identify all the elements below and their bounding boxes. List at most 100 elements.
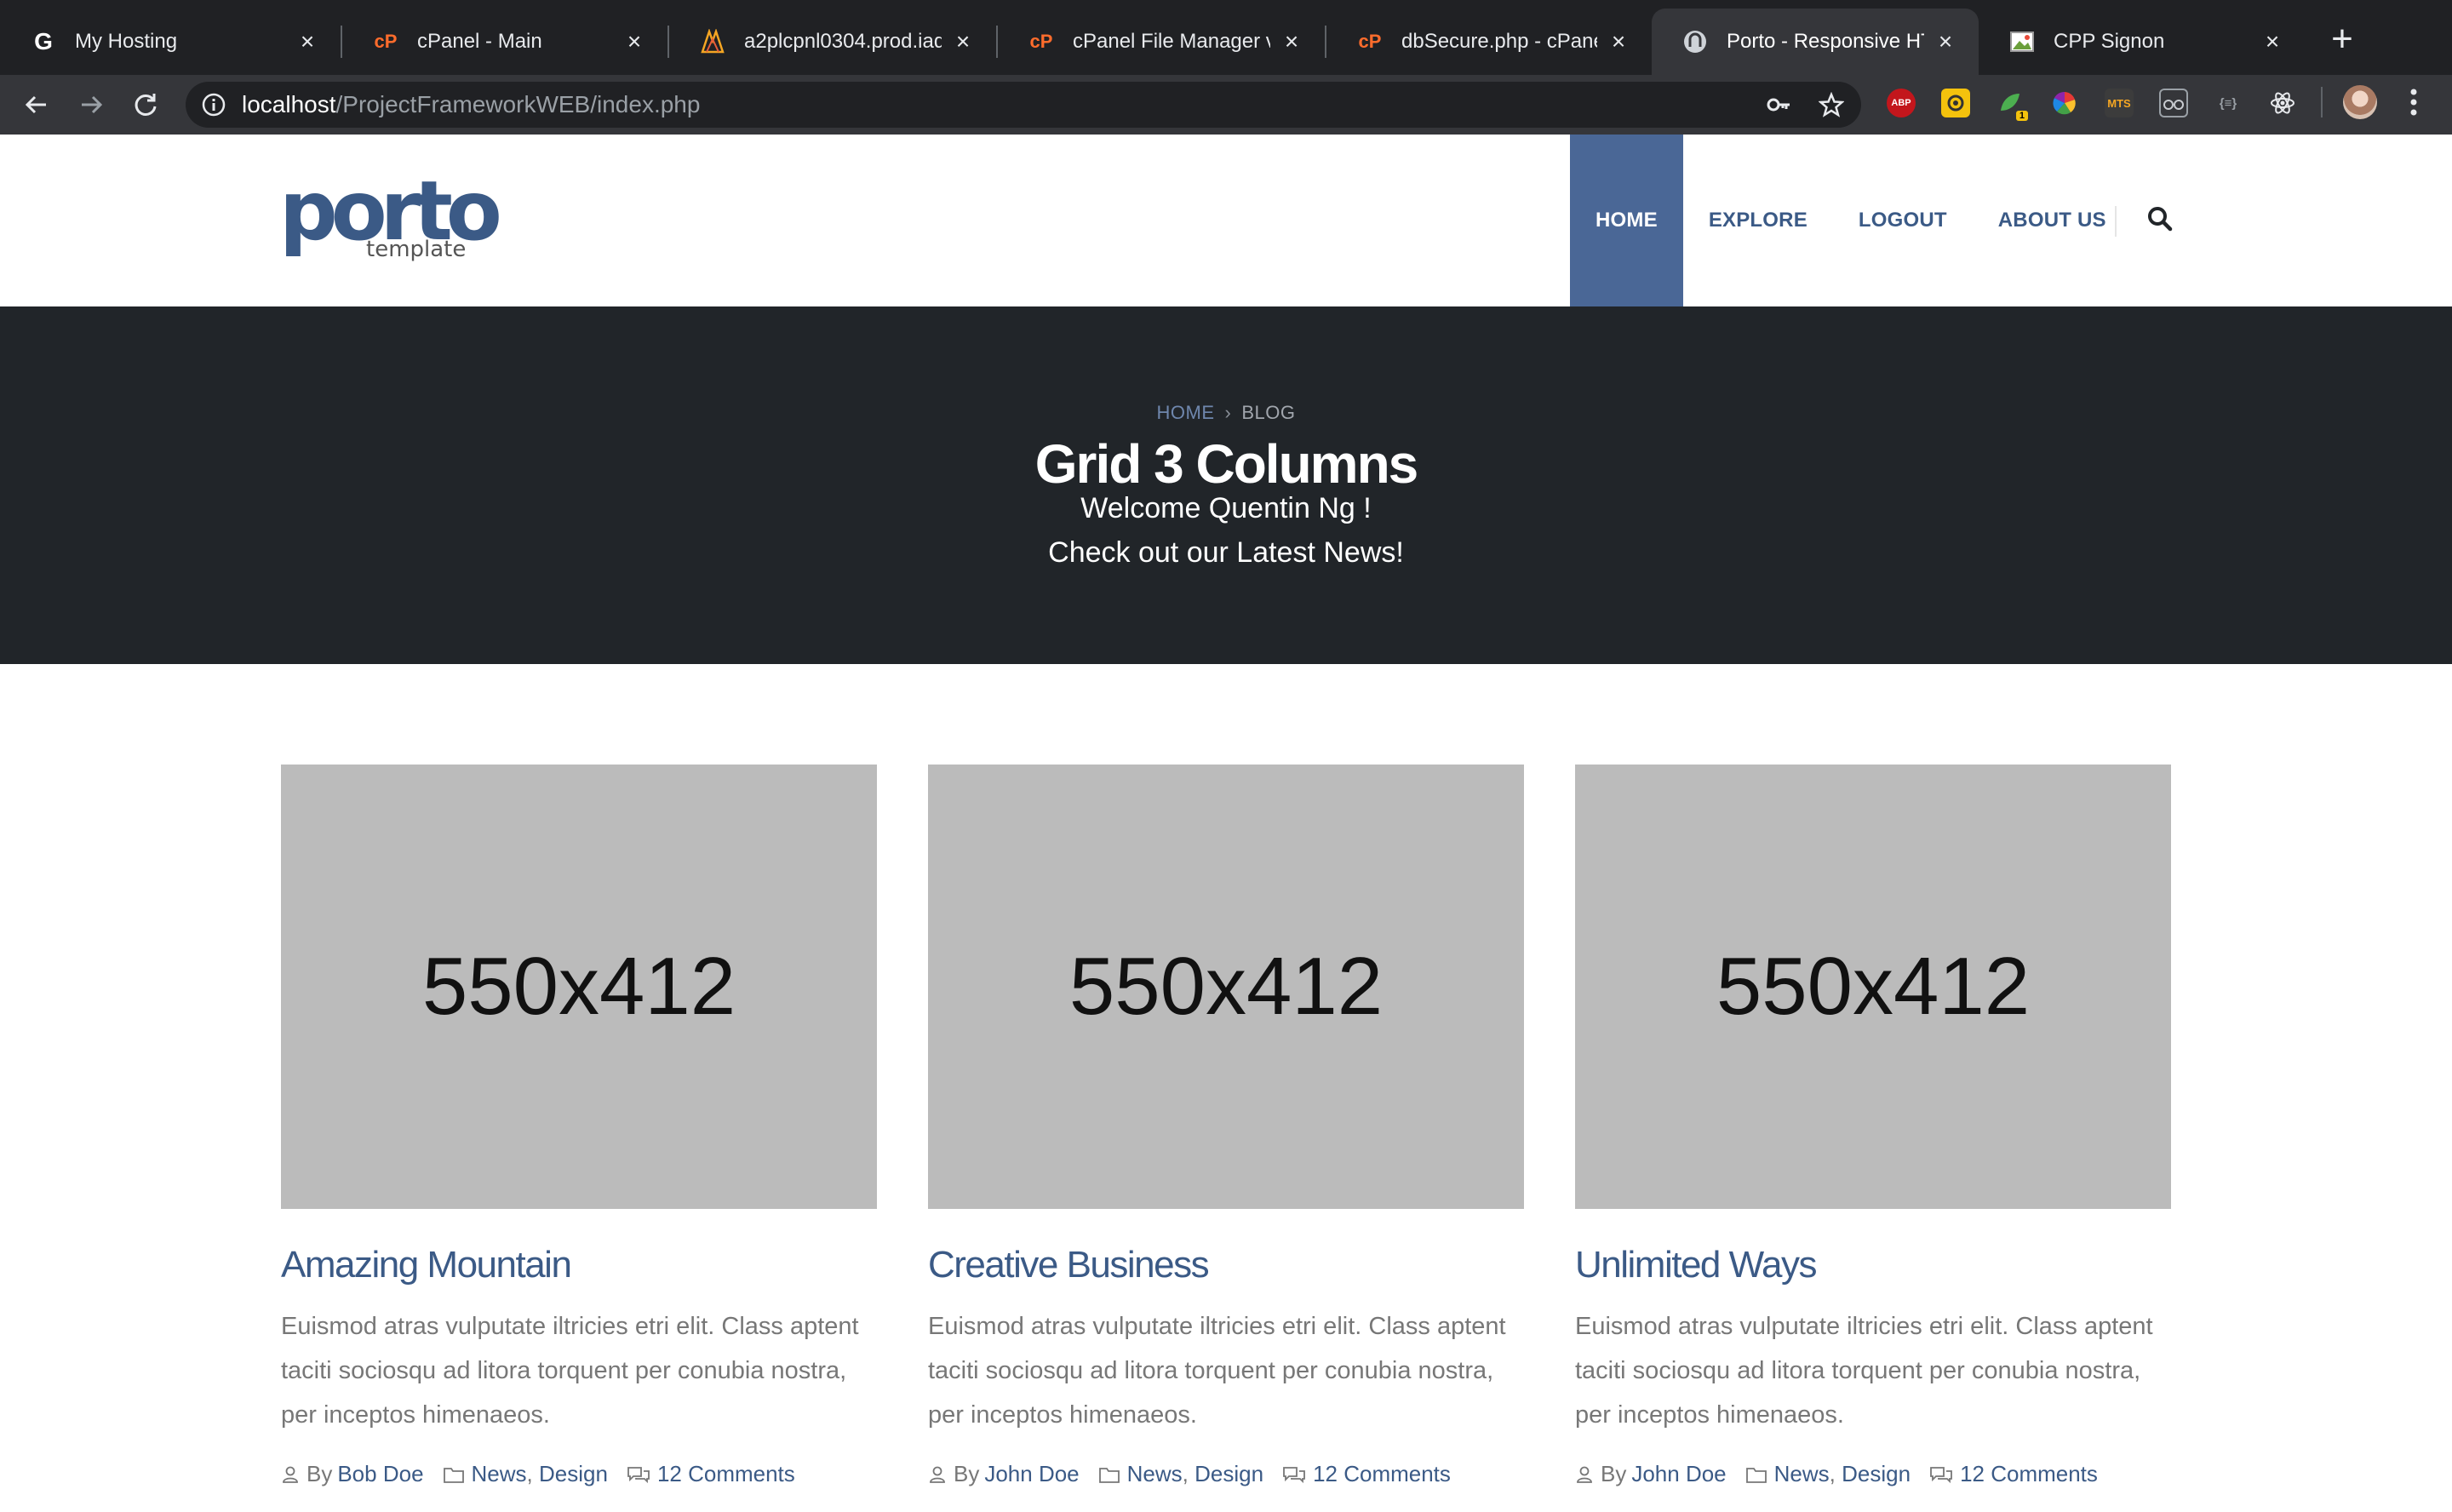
nav-logout[interactable]: LOGOUT <box>1833 135 1973 306</box>
browser-toolbar: localhost/ProjectFrameworkWEB/index.php <box>0 75 2452 135</box>
category-link[interactable]: News <box>1774 1461 1830 1487</box>
forward-button[interactable] <box>72 85 111 124</box>
tab-cpanel-main[interactable]: cP cPanel - Main × <box>342 9 667 75</box>
by-label: By <box>1601 1461 1627 1486</box>
post-excerpt: Euismod atras vulputate iltricies etri e… <box>1575 1313 2153 1429</box>
post-title[interactable]: Amazing Mountain <box>281 1243 877 1287</box>
close-icon[interactable]: × <box>1933 29 1958 54</box>
address-bar[interactable]: localhost/ProjectFrameworkWEB/index.php <box>186 82 1861 128</box>
star-icon[interactable] <box>1819 92 1844 117</box>
tab-cpanel-file-manager[interactable]: cP cPanel File Manager v3 × <box>998 9 1325 75</box>
porto-icon <box>1682 29 1708 54</box>
close-icon[interactable]: × <box>622 29 647 54</box>
arrow-right-icon <box>82 95 103 114</box>
tab-cpp-signon[interactable]: CPP Signon × <box>1979 9 2306 75</box>
author-link[interactable]: John Doe <box>1631 1461 1726 1487</box>
nav-divider <box>2115 206 2117 237</box>
tab-title: a2plcpnl0304.prod.iad2 <box>744 30 942 53</box>
cpanel-icon: cP <box>1358 31 1382 52</box>
tab-title: CPP Signon <box>2054 30 2165 53</box>
category-link[interactable]: Design <box>1194 1461 1263 1487</box>
image-placeholder-label: 550x412 <box>1068 941 1384 1032</box>
category-link[interactable]: Design <box>1842 1461 1911 1487</box>
folder-icon <box>1098 1467 1120 1483</box>
tab-title: cPanel File Manager v3 <box>1073 30 1270 53</box>
close-icon[interactable]: × <box>295 29 320 54</box>
url-host: localhost <box>242 91 336 117</box>
glasses-icon[interactable] <box>2159 89 2188 117</box>
close-icon[interactable]: × <box>2260 29 2285 54</box>
abp-icon[interactable]: ABP <box>1887 89 1916 117</box>
category-link[interactable]: News <box>472 1461 527 1487</box>
tab-a2-server[interactable]: a2plcpnl0304.prod.iad2 × <box>669 9 996 75</box>
browser-tab-strip: G My Hosting × cP cPanel - Main × a2plcp… <box>0 0 2452 75</box>
post-image[interactable]: 550x412 <box>281 765 877 1209</box>
category-link[interactable]: Design <box>539 1461 608 1487</box>
profile-avatar[interactable] <box>2343 85 2377 119</box>
comments-link[interactable]: 12 Comments <box>657 1461 795 1487</box>
breadcrumb: HOME › BLOG <box>0 402 2452 424</box>
user-icon <box>283 1466 298 1483</box>
arrow-left-icon <box>25 95 46 114</box>
by-label: By <box>954 1461 980 1486</box>
post-meta: By Bob Doe News, Design 12 Comments <box>281 1461 877 1487</box>
cpp-icon <box>2009 29 2035 54</box>
post-excerpt: Euismod atras vulputate iltricies etri e… <box>281 1313 859 1429</box>
cpanel-icon: cP <box>1029 31 1053 52</box>
url-text[interactable]: localhost/ProjectFrameworkWEB/index.php <box>242 82 700 128</box>
main-nav: HOME EXPLORE LOGOUT ABOUT US <box>1570 135 2132 306</box>
logo-subtext: template <box>366 237 467 262</box>
brackets-icon[interactable]: {≡} <box>2214 89 2243 117</box>
folder-icon <box>443 1467 464 1483</box>
info-icon[interactable] <box>201 92 226 117</box>
toolbar-divider <box>2321 87 2323 117</box>
new-tab-button[interactable]: + <box>2324 20 2360 58</box>
tab-porto[interactable]: Porto - Responsive HTM × <box>1652 9 1979 75</box>
comments-icon <box>1930 1466 1952 1483</box>
key-icon[interactable] <box>1766 92 1791 117</box>
tab-my-hosting[interactable]: G My Hosting × <box>0 9 341 75</box>
mts-icon[interactable]: MTS <box>2105 89 2134 117</box>
comments-icon <box>627 1466 650 1483</box>
close-icon[interactable]: × <box>950 29 976 54</box>
back-button[interactable] <box>17 85 56 124</box>
leaf-badge-icon[interactable]: 1 <box>1996 89 2028 121</box>
comments-link[interactable]: 12 Comments <box>1313 1461 1451 1487</box>
site-header: porto template HOME EXPLORE LOGOUT ABOUT… <box>0 135 2452 306</box>
nav-about-us[interactable]: ABOUT US <box>1973 135 2132 306</box>
folder-icon <box>1745 1467 1767 1483</box>
nav-home[interactable]: HOME <box>1570 135 1683 306</box>
tab-dbsecure[interactable]: cP dbSecure.php - cPanel F × <box>1326 9 1652 75</box>
page-subtitle: Check out our Latest News! <box>1048 536 1404 569</box>
chevron-right-icon: › <box>1224 402 1232 423</box>
comments-icon <box>1283 1466 1305 1483</box>
tab-title: cPanel - Main <box>417 30 542 53</box>
search-icon[interactable] <box>2146 204 2174 233</box>
react-icon[interactable] <box>2268 89 2297 117</box>
image-placeholder-label: 550x412 <box>1716 941 2031 1032</box>
post-image[interactable]: 550x412 <box>1575 765 2171 1209</box>
by-label: By <box>306 1461 333 1486</box>
reload-button[interactable] <box>126 85 165 124</box>
nav-explore[interactable]: EXPLORE <box>1683 135 1833 306</box>
breadcrumb-home[interactable]: HOME <box>1157 402 1215 423</box>
porto-logo[interactable]: porto template <box>279 169 502 269</box>
post-meta: By John Doe News, Design 12 Comments <box>1575 1461 2171 1487</box>
more-menu-icon[interactable] <box>2401 85 2426 119</box>
post-title[interactable]: Unlimited Ways <box>1575 1243 2171 1287</box>
post-title[interactable]: Creative Business <box>928 1243 1524 1287</box>
close-icon[interactable]: × <box>1606 29 1631 54</box>
welcome-text: Welcome Quentin Ng ! <box>1080 492 1372 524</box>
author-link[interactable]: John Doe <box>984 1461 1079 1487</box>
user-icon <box>930 1466 945 1483</box>
post-image[interactable]: 550x412 <box>928 765 1524 1209</box>
extension-badge: 1 <box>2015 111 2028 121</box>
breadcrumb-current: BLOG <box>1241 402 1296 423</box>
color-wheel-icon[interactable] <box>2050 89 2079 117</box>
camera-icon[interactable] <box>1941 89 1970 117</box>
blog-post: 550x412 Unlimited Ways Euismod atras vul… <box>1575 765 2171 1487</box>
close-icon[interactable]: × <box>1279 29 1304 54</box>
comments-link[interactable]: 12 Comments <box>1960 1461 2098 1487</box>
author-link[interactable]: Bob Doe <box>337 1461 423 1487</box>
category-link[interactable]: News <box>1127 1461 1183 1487</box>
